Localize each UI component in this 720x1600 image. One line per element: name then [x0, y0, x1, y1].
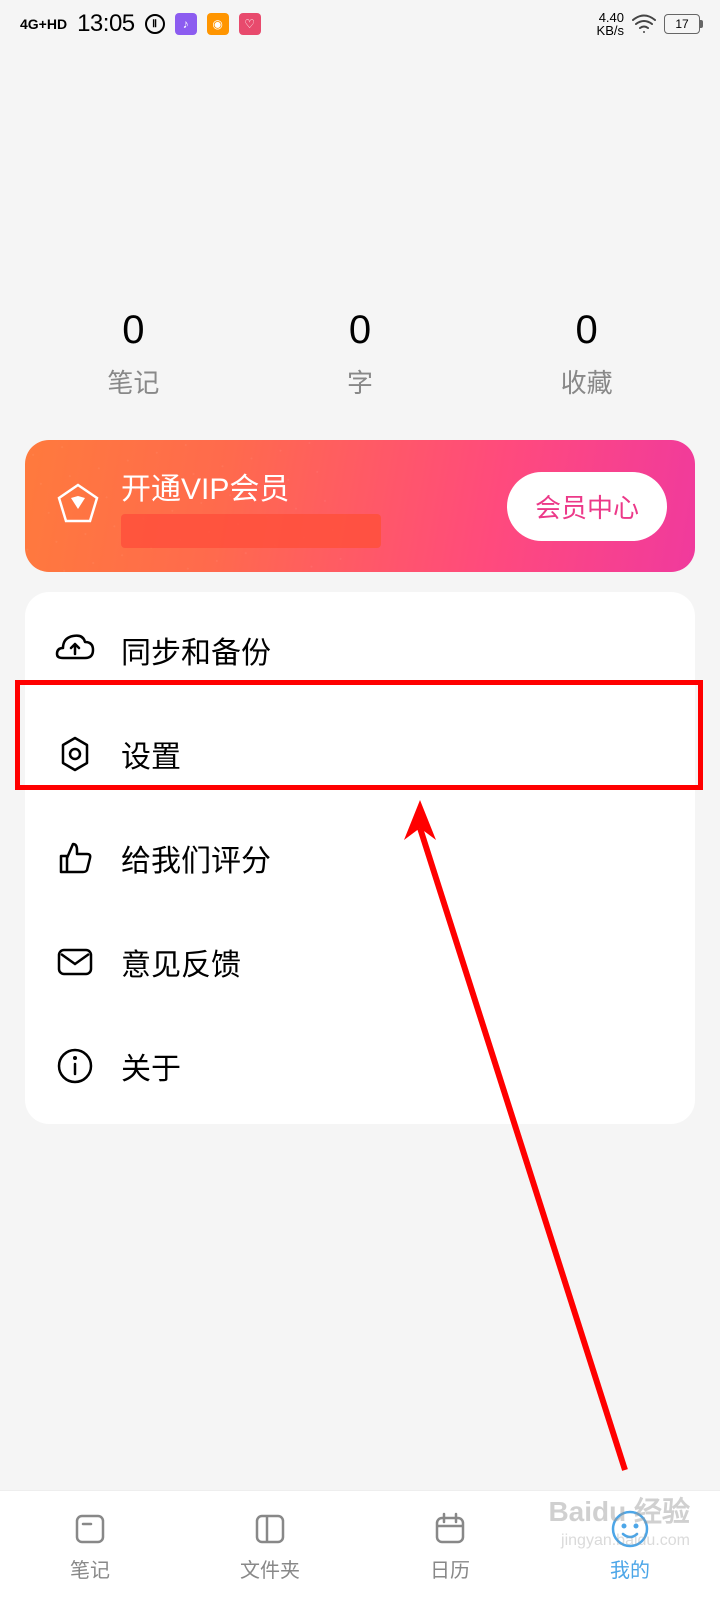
menu-settings-label: 设置: [121, 732, 181, 776]
cloud-upload-icon: [53, 628, 97, 672]
menu-settings[interactable]: 设置: [25, 702, 695, 806]
notes-icon: [69, 1508, 111, 1550]
app-icon-2: ◉: [207, 13, 229, 35]
menu-rate-us[interactable]: 给我们评分: [25, 806, 695, 910]
stat-notes-label: 笔记: [20, 363, 247, 400]
wifi-icon: [632, 14, 656, 34]
stat-notes[interactable]: 0 笔记: [20, 308, 247, 400]
status-right: 4.40 KB/s 17: [597, 11, 700, 37]
nav-mine-label: 我的: [610, 1554, 650, 1583]
network-speed: 4.40 KB/s: [597, 11, 624, 37]
vip-diamond-icon: [53, 481, 103, 531]
nav-calendar-label: 日历: [430, 1554, 470, 1583]
menu-rate-label: 给我们评分: [121, 836, 271, 880]
stat-favorites-label: 收藏: [473, 363, 700, 400]
pause-icon: Ⅱ: [145, 14, 165, 34]
menu-sync-backup[interactable]: 同步和备份: [25, 598, 695, 702]
calendar-icon: [429, 1508, 471, 1550]
vip-text: 开通VIP会员: [121, 464, 507, 548]
menu-about-label: 关于: [121, 1044, 181, 1088]
app-icon-3: ♡: [239, 13, 261, 35]
status-left: 4G+HD 13:05 Ⅱ ♪ ◉ ♡: [20, 10, 261, 38]
menu-card: 同步和备份 设置 给我们评分 意见反馈 关于: [25, 592, 695, 1124]
menu-feedback[interactable]: 意见反馈: [25, 910, 695, 1014]
profile-area: [0, 48, 720, 288]
menu-feedback-label: 意见反馈: [121, 940, 241, 984]
vip-banner[interactable]: 开通VIP会员 会员中心: [25, 440, 695, 572]
vip-center-button[interactable]: 会员中心: [507, 472, 667, 541]
stat-favorites[interactable]: 0 收藏: [473, 308, 700, 400]
stat-words-value: 0: [247, 308, 474, 353]
vip-title: 开通VIP会员: [121, 464, 507, 508]
stat-notes-value: 0: [20, 308, 247, 353]
vip-subtitle-redacted: [121, 514, 381, 548]
stats-row: 0 笔记 0 字 0 收藏: [0, 288, 720, 440]
nav-folders-label: 文件夹: [240, 1554, 300, 1583]
watermark-sub: jingyan.baidu.com: [561, 1532, 690, 1550]
info-icon: [53, 1044, 97, 1088]
clock: 13:05: [77, 10, 135, 38]
settings-icon: [53, 732, 97, 776]
menu-sync-label: 同步和备份: [121, 628, 271, 672]
app-icon-1: ♪: [175, 13, 197, 35]
thumbs-up-icon: [53, 836, 97, 880]
folders-icon: [249, 1508, 291, 1550]
stat-words[interactable]: 0 字: [247, 308, 474, 400]
nav-calendar[interactable]: 日历: [360, 1491, 540, 1600]
battery-indicator: 17: [664, 14, 700, 34]
stat-favorites-value: 0: [473, 308, 700, 353]
signal-indicator: 4G+HD: [20, 16, 67, 32]
stat-words-label: 字: [247, 363, 474, 400]
watermark: Baidu 经验: [548, 1490, 690, 1530]
nav-folders[interactable]: 文件夹: [180, 1491, 360, 1600]
menu-about[interactable]: 关于: [25, 1014, 695, 1118]
status-bar: 4G+HD 13:05 Ⅱ ♪ ◉ ♡ 4.40 KB/s 17: [0, 0, 720, 48]
nav-notes[interactable]: 笔记: [0, 1491, 180, 1600]
nav-notes-label: 笔记: [70, 1554, 110, 1583]
mail-icon: [53, 940, 97, 984]
